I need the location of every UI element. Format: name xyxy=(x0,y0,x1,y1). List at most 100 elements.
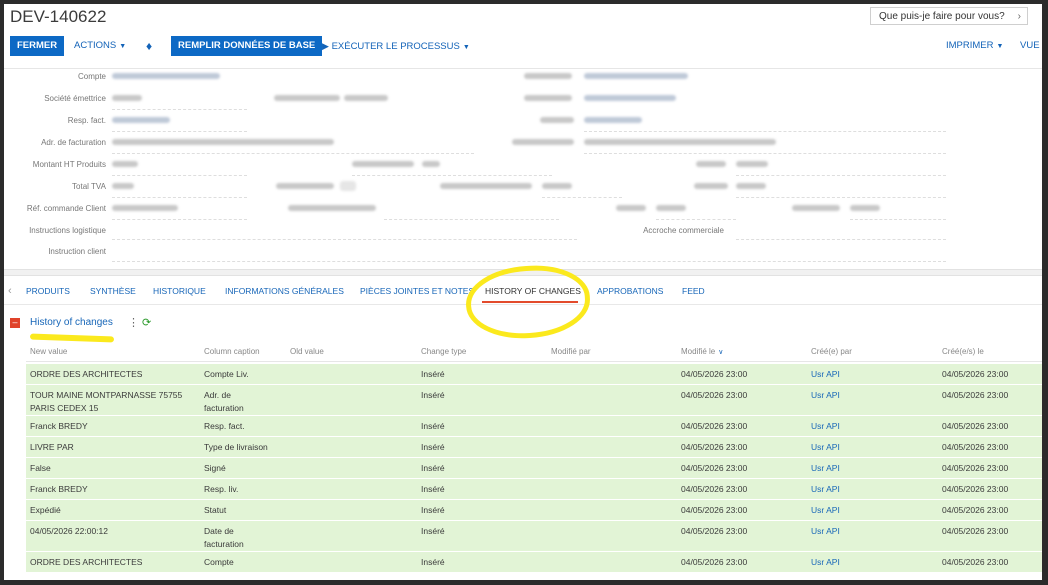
redacted-link[interactable] xyxy=(584,95,676,101)
redacted-value xyxy=(736,183,766,189)
cell-created-by-link[interactable]: Usr API xyxy=(811,389,840,402)
cell-created-by-link[interactable]: Usr API xyxy=(811,420,840,433)
play-icon: ▶ xyxy=(322,41,329,51)
grid-header: New value Column caption Old value Chang… xyxy=(26,344,1042,362)
field-underline xyxy=(112,153,474,154)
table-row[interactable]: Franck BREDY Resp. fact. Inséré 04/05/20… xyxy=(26,416,1042,437)
cell-modified-on: 04/05/2026 23:00 xyxy=(681,463,748,473)
collapse-icon[interactable]: – xyxy=(10,318,20,328)
cell-change-type: Inséré xyxy=(421,526,445,536)
tab-historique[interactable]: HISTORIQUE xyxy=(153,286,206,296)
col-modified-on[interactable]: Modifié le ∨ xyxy=(681,347,723,356)
chevron-left-icon[interactable]: ‹ xyxy=(8,285,12,297)
redacted-label xyxy=(440,183,532,189)
field-underline xyxy=(384,219,559,220)
col-new-value[interactable]: New value xyxy=(30,347,67,356)
table-row[interactable]: LIVRE PAR Type de livraison Inséré 04/05… xyxy=(26,437,1042,458)
refresh-icon[interactable]: ⟳ xyxy=(142,316,151,329)
field-value-adr-fact xyxy=(112,139,334,145)
view-menu-button[interactable]: VUE xyxy=(1020,36,1040,56)
toolbar: FERMER ACTIONS ▼ ♦ REMPLIR DONNÉES DE BAS… xyxy=(4,36,1042,58)
field-underline xyxy=(850,219,946,220)
actions-label: ACTIONS xyxy=(74,40,117,51)
redacted-link[interactable] xyxy=(584,117,642,123)
cell-modified-on: 04/05/2026 23:00 xyxy=(681,526,748,536)
col-column-caption[interactable]: Column caption xyxy=(204,347,260,356)
table-row[interactable]: ORDRE DES ARCHITECTES Compte Liv. Inséré… xyxy=(26,364,1042,385)
section-title[interactable]: History of changes xyxy=(30,317,113,328)
tab-synthese[interactable]: SYNTHÈSE xyxy=(90,286,136,296)
cell-created-by-link[interactable]: Usr API xyxy=(811,504,840,517)
cell-change-type: Inséré xyxy=(421,505,445,515)
cell-created-by-link[interactable]: Usr API xyxy=(811,483,840,496)
table-row[interactable]: TOUR MAINE MONTPARNASSE 75755 PARIS CEDE… xyxy=(26,385,1042,416)
highlight-underline-annotation xyxy=(29,333,115,343)
cell-column-caption-line2: facturation xyxy=(204,403,244,413)
field-underline xyxy=(112,109,247,110)
tab-pieces-jointes[interactable]: PIÈCES JOINTES ET NOTES xyxy=(360,286,474,296)
cell-created-on: 04/05/2026 23:00 xyxy=(942,484,1009,494)
field-label-societe: Société émettrice xyxy=(44,94,106,103)
cell-column-caption: Adr. de xyxy=(204,390,231,400)
cell-created-by-link[interactable]: Usr API xyxy=(811,368,840,381)
chevron-right-icon[interactable]: › xyxy=(1018,8,1021,26)
redacted-label xyxy=(694,183,728,189)
tab-approbations[interactable]: APPROBATIONS xyxy=(597,286,663,296)
tab-informations-generales[interactable]: INFORMATIONS GÉNÉRALES xyxy=(225,286,344,296)
redacted-value xyxy=(112,95,142,101)
field-underline xyxy=(112,197,247,198)
cell-change-type: Inséré xyxy=(421,442,445,452)
cell-column-caption: Type de livraison xyxy=(204,442,268,452)
redacted-link[interactable] xyxy=(584,73,688,79)
col-modified-by[interactable]: Modifié par xyxy=(551,347,591,356)
checkbox-blurred[interactable] xyxy=(340,181,356,191)
table-row[interactable]: Expédié Statut Inséré 04/05/2026 23:00 U… xyxy=(26,500,1042,521)
close-button[interactable]: FERMER xyxy=(10,36,65,56)
cell-created-by-link[interactable]: Usr API xyxy=(811,441,840,454)
redacted-label xyxy=(274,95,340,101)
cell-created-by-link[interactable]: Usr API xyxy=(811,556,840,569)
cell-modified-on: 04/05/2026 23:00 xyxy=(681,390,748,400)
table-row[interactable]: Franck BREDY Resp. liv. Inséré 04/05/202… xyxy=(26,479,1042,500)
fill-base-data-button[interactable]: REMPLIR DONNÉES DE BASE xyxy=(171,36,323,56)
cell-new-value: TOUR MAINE MONTPARNASSE 75755 xyxy=(30,390,183,400)
field-value-compte[interactable] xyxy=(112,73,220,79)
cell-new-value-line2: PARIS CEDEX 15 xyxy=(30,403,99,413)
actions-menu-button[interactable]: ACTIONS ▼ xyxy=(74,36,126,56)
field-label-ref-cmd: Réf. commande Client xyxy=(26,204,106,213)
page-title: DEV-140622 xyxy=(10,7,107,26)
cell-change-type: Inséré xyxy=(421,557,445,567)
col-created-on[interactable]: Créé(e/s) le xyxy=(942,347,984,356)
col-created-by[interactable]: Créé(e) par xyxy=(811,347,852,356)
table-row[interactable]: 04/05/2026 22:00:12 Date de facturation … xyxy=(26,521,1042,552)
col-old-value[interactable]: Old value xyxy=(290,347,324,356)
cell-created-on: 04/05/2026 23:00 xyxy=(942,421,1009,431)
run-process-menu-button[interactable]: ▶ EXÉCUTER LE PROCESSUS ▼ xyxy=(322,36,470,56)
field-value-montant-ht xyxy=(112,161,138,167)
tab-produits[interactable]: PRODUITS xyxy=(26,286,70,296)
field-value-total-tva xyxy=(112,183,134,189)
field-underline xyxy=(542,197,622,198)
field-value-resp-fact[interactable] xyxy=(112,117,170,123)
field-label-compte: Compte xyxy=(77,72,106,81)
cell-column-caption: Compte Liv. xyxy=(204,369,249,379)
table-row[interactable]: False Signé Inséré 04/05/2026 23:00 Usr … xyxy=(26,458,1042,479)
help-search-input[interactable]: Que puis-je faire pour vous? › xyxy=(870,7,1028,25)
more-options-icon[interactable]: ⋮ xyxy=(128,316,139,329)
tab-feed[interactable]: FEED xyxy=(682,286,705,296)
field-underline xyxy=(112,219,247,220)
sort-desc-icon: ∨ xyxy=(718,349,724,356)
record-form: Compte Société émettrice Resp. fact. Adr… xyxy=(4,68,1042,269)
print-menu-button[interactable]: IMPRIMER ▼ xyxy=(946,36,1003,56)
cell-created-by-link[interactable]: Usr API xyxy=(811,525,840,538)
col-change-type[interactable]: Change type xyxy=(421,347,466,356)
redacted-label xyxy=(524,95,572,101)
cell-column-caption: Date de xyxy=(204,526,234,536)
tag-icon[interactable]: ♦ xyxy=(146,36,152,56)
redacted-value xyxy=(736,161,768,167)
cell-modified-on: 04/05/2026 23:00 xyxy=(681,484,748,494)
redacted-label xyxy=(288,205,376,211)
table-row[interactable]: ORDRE DES ARCHITECTES Compte Inséré 04/0… xyxy=(26,552,1042,573)
cell-created-by-link[interactable]: Usr API xyxy=(811,462,840,475)
cell-change-type: Inséré xyxy=(421,484,445,494)
